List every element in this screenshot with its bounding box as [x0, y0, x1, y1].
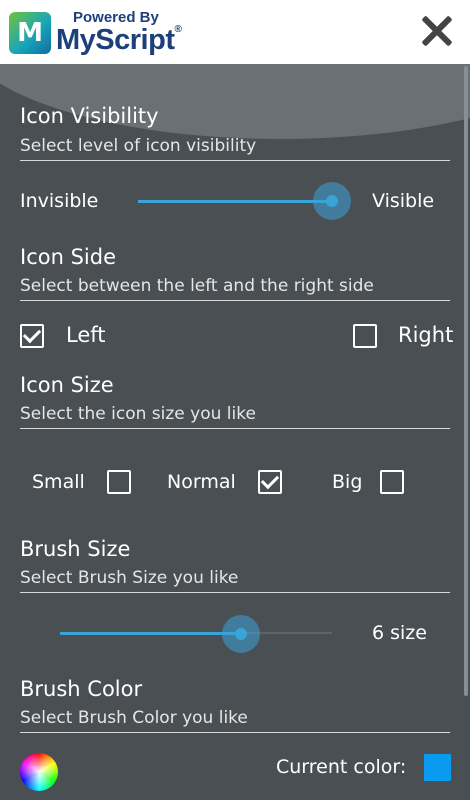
normal-size-label[interactable]: Normal — [167, 471, 236, 493]
right-label[interactable]: Right — [398, 323, 453, 347]
big-size-label[interactable]: Big — [332, 471, 362, 493]
brand-name: MyScript® — [56, 24, 182, 57]
right-checkbox[interactable] — [353, 324, 377, 348]
icon-side-title: Icon Side — [20, 245, 116, 269]
current-color-swatch[interactable] — [424, 754, 451, 781]
small-size-label[interactable]: Small — [32, 471, 85, 493]
brush-size-slider-thumb-center[interactable] — [235, 628, 247, 640]
registered-mark: ® — [174, 24, 182, 35]
brush-size-title: Brush Size — [20, 537, 131, 561]
invisible-label: Invisible — [20, 190, 99, 212]
brush-color-subtitle: Select Brush Color you like — [20, 708, 450, 733]
app-header: M Powered By MyScript® — [0, 0, 470, 64]
scrollbar[interactable] — [464, 66, 468, 696]
left-checkbox[interactable] — [20, 324, 44, 348]
color-wheel-icon[interactable] — [20, 753, 58, 791]
brush-size-subtitle: Select Brush Size you like — [20, 568, 450, 593]
left-label[interactable]: Left — [66, 323, 106, 347]
brush-size-value: 6 size — [372, 622, 427, 644]
icon-visibility-title: Icon Visibility — [20, 104, 159, 128]
brand-text: MyScript — [56, 24, 175, 56]
visibility-slider-track[interactable] — [138, 200, 332, 203]
close-icon[interactable] — [420, 14, 454, 48]
myscript-logo-icon: M — [9, 12, 51, 54]
icon-side-subtitle: Select between the left and the right si… — [20, 276, 450, 301]
visibility-slider-thumb-center[interactable] — [326, 195, 338, 207]
small-size-checkbox[interactable] — [107, 470, 131, 494]
icon-visibility-subtitle: Select level of icon visibility — [20, 136, 450, 161]
brush-color-title: Brush Color — [20, 677, 143, 701]
icon-size-title: Icon Size — [20, 373, 114, 397]
icon-size-subtitle: Select the icon size you like — [20, 404, 450, 429]
visible-label: Visible — [372, 190, 435, 212]
current-color-label: Current color: — [276, 756, 407, 778]
normal-size-checkbox[interactable] — [258, 470, 282, 494]
brush-size-slider-track[interactable] — [60, 632, 242, 635]
logo-mark-letter: M — [17, 18, 43, 48]
big-size-checkbox[interactable] — [380, 470, 404, 494]
